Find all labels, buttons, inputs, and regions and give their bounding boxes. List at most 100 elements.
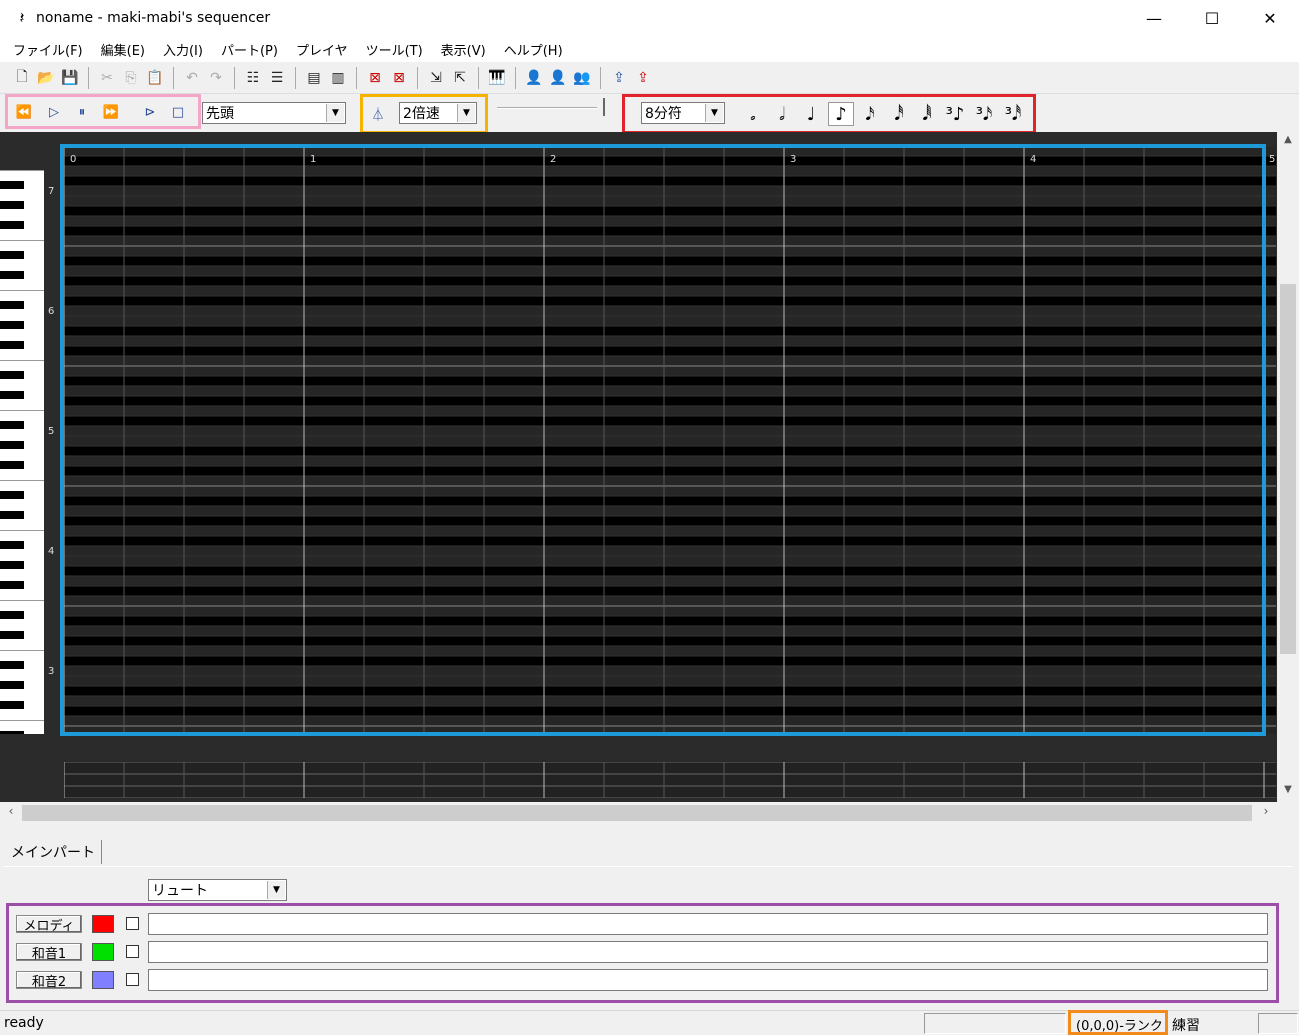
volume-slider-thumb[interactable] — [599, 98, 605, 116]
delete-measure-icon[interactable]: ⊠ — [363, 66, 387, 90]
scroll-left-icon[interactable]: ‹ — [2, 804, 20, 818]
scroll-right-icon[interactable]: › — [1257, 804, 1275, 818]
copy-icon[interactable]: ⎘ — [119, 66, 143, 90]
black-key[interactable] — [0, 421, 24, 429]
tab-main-part[interactable]: メインパート — [5, 840, 102, 864]
paste-icon[interactable]: 📋 — [143, 66, 167, 90]
vertical-scroll-thumb[interactable] — [1280, 284, 1296, 654]
key-divider — [0, 410, 44, 411]
black-key[interactable] — [0, 441, 24, 449]
key-divider — [0, 530, 44, 531]
menu-part[interactable]: パート(P) — [212, 40, 287, 59]
black-key[interactable] — [0, 301, 24, 309]
black-key[interactable] — [0, 371, 24, 379]
import-icon[interactable]: ⇲ — [424, 66, 448, 90]
velocity-grid-lines — [64, 762, 1276, 798]
main-toolbar: 🗋 📂 💾 ✂ ⎘ 📋 ↶ ↷ ☷ ☰ ▤ ▥ ⊠ ⊠ ⇲ ⇱ 🎹 👤 👤 👥 … — [0, 62, 1299, 94]
user-icon[interactable]: 👤 — [546, 66, 570, 90]
scroll-up-icon[interactable]: ▲ — [1277, 134, 1299, 152]
piano-keyboard[interactable] — [0, 170, 44, 734]
transport-toolbar: ⏪ ▷ ⏸ ⏩ ⊳ □ 先頭 ▼ ⏃ 2倍速 ▼ 8分符 ▼ 𝅗 𝅗𝅥 ♩ ♪ … — [0, 94, 1299, 134]
status-mode: 練習 — [1172, 1018, 1200, 1034]
vertical-scrollbar[interactable]: ▲ ▼ — [1277, 132, 1299, 802]
black-key[interactable] — [0, 321, 24, 329]
insert-track-icon[interactable]: ▤ — [302, 66, 326, 90]
minimize-button[interactable]: — — [1125, 0, 1183, 36]
black-key[interactable] — [0, 661, 24, 669]
horizontal-scrollbar[interactable]: ‹ › — [0, 802, 1277, 824]
insert-tracks-icon[interactable]: ▥ — [326, 66, 350, 90]
open-folder-icon[interactable]: 📂 — [34, 66, 58, 90]
black-key[interactable] — [0, 511, 24, 519]
black-key[interactable] — [0, 491, 24, 499]
app-icon: 𝄽 — [19, 8, 25, 27]
menu-file[interactable]: ファイル(F) — [4, 40, 92, 59]
black-key[interactable] — [0, 271, 24, 279]
upload-icon[interactable]: ⇪ — [607, 66, 631, 90]
transport-highlight — [5, 94, 201, 129]
resize-grip-icon[interactable] — [1258, 1013, 1298, 1034]
black-key[interactable] — [0, 611, 24, 619]
scroll-down-icon[interactable]: ▼ — [1277, 784, 1299, 802]
toolbar-separator — [478, 66, 479, 89]
black-key[interactable] — [0, 251, 24, 259]
user-add-icon[interactable]: 👤 — [522, 66, 546, 90]
title-bar: 𝄽 noname - maki-mabi's sequencer — ☐ ✕ — [0, 0, 1299, 36]
black-key[interactable] — [0, 631, 24, 639]
black-key[interactable] — [0, 181, 24, 189]
key-divider — [0, 480, 44, 481]
maximize-button[interactable]: ☐ — [1183, 0, 1241, 36]
key-divider — [0, 290, 44, 291]
redo-icon[interactable]: ↷ — [204, 66, 228, 90]
insert-measure-icon[interactable]: ☷ — [241, 66, 265, 90]
instrument-select-value: リュート — [152, 883, 208, 899]
position-highlight — [1068, 1010, 1168, 1035]
velocity-grid[interactable] — [64, 762, 1276, 798]
menu-help[interactable]: ヘルプ(H) — [495, 40, 572, 59]
undo-icon[interactable]: ↶ — [180, 66, 204, 90]
user-settings-icon[interactable]: 👥 — [570, 66, 594, 90]
volume-slider-track[interactable] — [497, 107, 597, 109]
menu-tools[interactable]: ツール(T) — [357, 40, 432, 59]
new-file-icon[interactable]: 🗋 — [10, 66, 34, 90]
toolbar-separator — [417, 66, 418, 89]
octave-label: 5 — [48, 426, 55, 437]
save-icon[interactable]: 💾 — [58, 66, 82, 90]
grid-highlight — [60, 144, 1266, 736]
piano-icon[interactable]: 🎹 — [485, 66, 509, 90]
delete-measures-icon[interactable]: ⊠ — [387, 66, 411, 90]
menu-view[interactable]: 表示(V) — [432, 40, 495, 59]
black-key[interactable] — [0, 681, 24, 689]
key-divider — [0, 360, 44, 361]
black-key[interactable] — [0, 201, 24, 209]
menu-input[interactable]: 入力(I) — [154, 40, 212, 59]
insert-measures-icon[interactable]: ☰ — [265, 66, 289, 90]
black-key[interactable] — [0, 561, 24, 569]
black-key[interactable] — [0, 581, 24, 589]
black-key[interactable] — [0, 221, 24, 229]
close-button[interactable]: ✕ — [1241, 0, 1299, 36]
upload-red-icon[interactable]: ⇪ — [631, 66, 655, 90]
black-key[interactable] — [0, 731, 24, 734]
black-key[interactable] — [0, 341, 24, 349]
instrument-select[interactable]: リュート ▼ — [148, 879, 287, 901]
menu-edit[interactable]: 編集(E) — [92, 40, 154, 59]
toolbar-separator — [356, 66, 357, 89]
chevron-down-icon[interactable]: ▼ — [326, 104, 344, 122]
position-select[interactable]: 先頭 ▼ — [202, 102, 346, 124]
chevron-down-icon[interactable]: ▼ — [267, 881, 285, 899]
black-key[interactable] — [0, 541, 24, 549]
black-key[interactable] — [0, 701, 24, 709]
toolbar-separator — [88, 66, 89, 89]
key-divider — [0, 170, 44, 171]
parts-highlight — [6, 903, 1279, 1003]
black-key[interactable] — [0, 391, 24, 399]
window-controls: — ☐ ✕ — [1125, 0, 1299, 36]
export-icon[interactable]: ⇱ — [448, 66, 472, 90]
octave-label: 4 — [48, 546, 55, 557]
horizontal-scroll-thumb[interactable] — [22, 805, 1252, 821]
speed-highlight — [360, 94, 488, 134]
black-key[interactable] — [0, 461, 24, 469]
cut-icon[interactable]: ✂ — [95, 66, 119, 90]
menu-player[interactable]: プレイヤ — [287, 40, 357, 59]
